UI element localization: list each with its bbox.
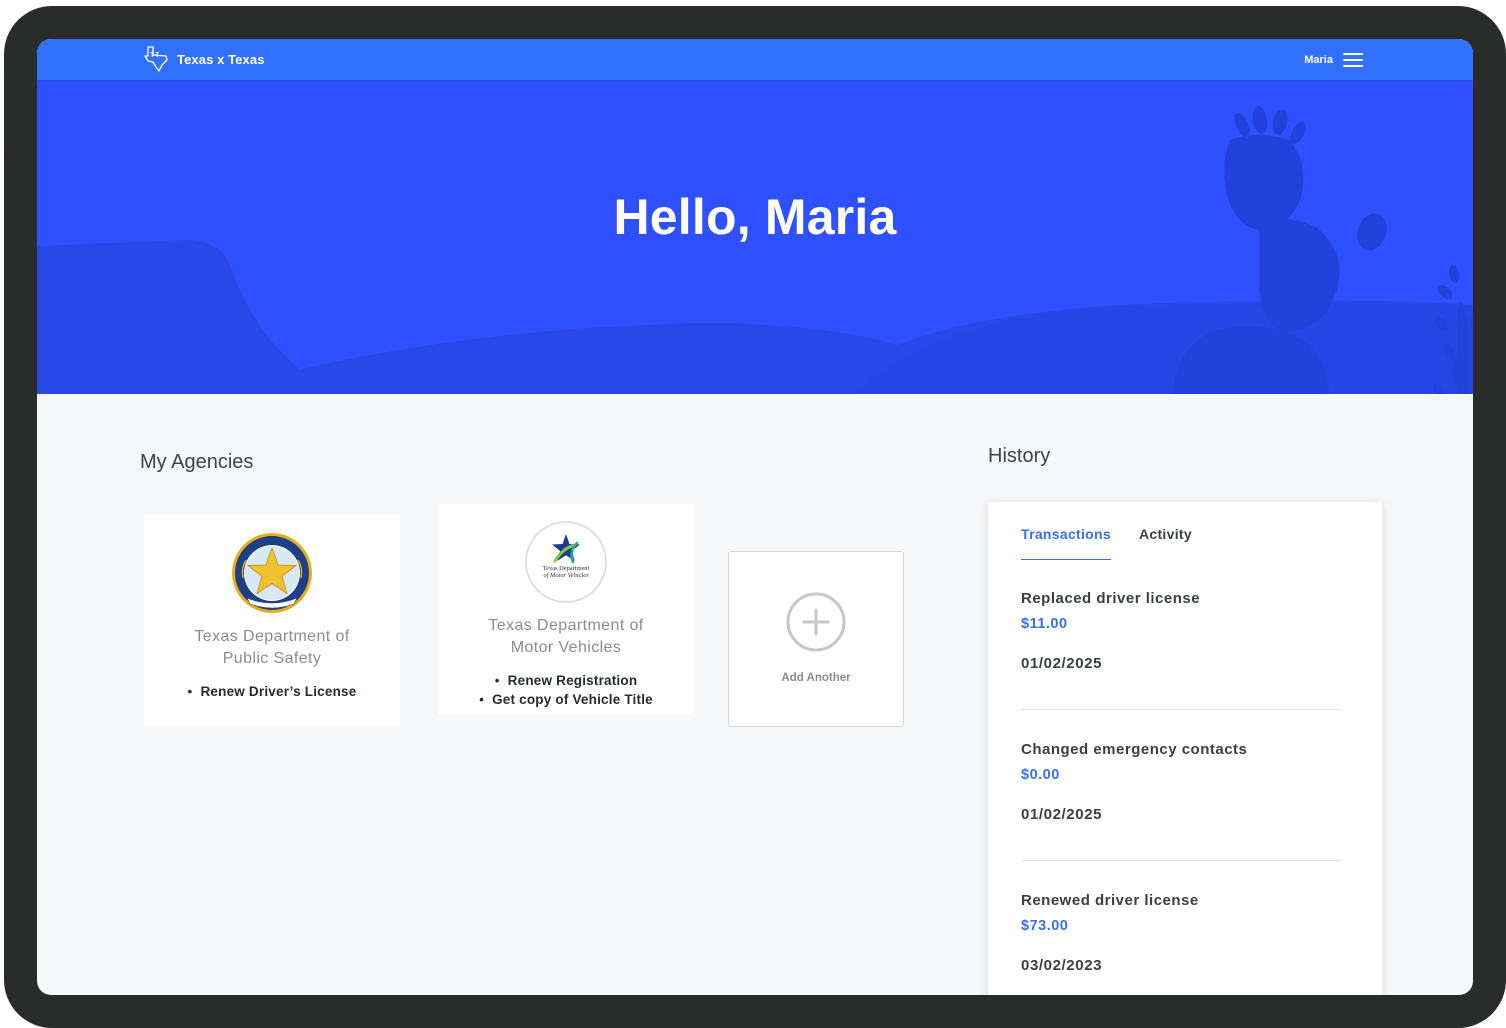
agency-name: Texas Department of Public Safety [194,628,350,667]
greeting-heading: Hello, Maria [613,189,897,245]
agency-card-dps[interactable]: Texas Department of Public Safety Renew … [144,515,400,726]
tab-activity[interactable]: Activity [1139,526,1192,560]
transaction-amount: $11.00 [1021,616,1068,632]
transaction-date: 01/02/2025 [1021,655,1103,672]
texas-dmv-logo-icon: Texas Department of Motor Vehicles [525,521,607,603]
tablet-side-button [4,78,12,156]
plus-circle-icon [786,592,846,652]
brand[interactable]: Texas x Texas [141,44,265,74]
texas-state-logo-icon [144,46,168,72]
tab-transactions[interactable]: Transactions [1021,526,1111,560]
divider [1021,860,1342,861]
dmv-logo-text: Texas Department [543,565,590,572]
app-screen: Texas x Texas Maria Hello, Maria My Agen… [37,39,1473,995]
agency-card-dmv[interactable]: Texas Department of Motor Vehicles Texas… [438,504,694,715]
divider [1021,709,1342,710]
transaction-title: Replaced driver license [1021,590,1201,607]
transaction-amount: $0.00 [1021,767,1060,783]
my-agencies-heading: My Agencies [140,451,254,473]
hero-banner: Hello, Maria [37,80,1473,394]
transaction-date: 01/02/2025 [1021,806,1103,823]
transaction-date: 03/02/2023 [1021,957,1103,974]
history-tabs: Transactions Activity [1021,526,1192,560]
user-name[interactable]: Maria [1304,54,1333,66]
service-link[interactable]: Get copy of Vehicle Title [438,690,694,709]
agency-service-list: Renew Registration Get copy of Vehicle T… [438,671,694,709]
history-panel: Transactions Activity Replaced driver li… [988,502,1382,995]
transaction-title: Changed emergency contacts [1021,741,1248,758]
transaction-amount: $73.00 [1021,918,1069,934]
top-navigation-bar: Texas x Texas Maria [37,39,1473,80]
texas-dps-seal-icon [232,533,312,613]
dmv-logo-text: of Motor Vehicles [543,572,589,579]
tablet-button [194,6,264,16]
transaction-item[interactable]: Changed emergency contacts $0.00 01/02/2… [1021,741,1342,823]
add-agency-label: Add Another [781,672,851,684]
transaction-item[interactable]: Renewed driver license $73.00 03/02/2023 [1021,892,1342,974]
tablet-button [116,6,186,16]
add-agency-button[interactable]: Add Another [728,551,904,727]
history-heading: History [988,445,1051,467]
hamburger-menu-icon[interactable] [1343,53,1363,67]
brand-name: Texas x Texas [177,51,265,67]
agency-service-list: Renew Driver’s License [144,682,400,701]
transaction-item[interactable]: Replaced driver license $11.00 01/02/202… [1021,590,1342,672]
service-link[interactable]: Renew Registration [438,671,694,690]
service-link[interactable]: Renew Driver’s License [144,682,400,701]
user-menu: Maria [1304,47,1363,73]
agency-name: Texas Department of Motor Vehicles [488,617,644,656]
transaction-title: Renewed driver license [1021,892,1199,909]
